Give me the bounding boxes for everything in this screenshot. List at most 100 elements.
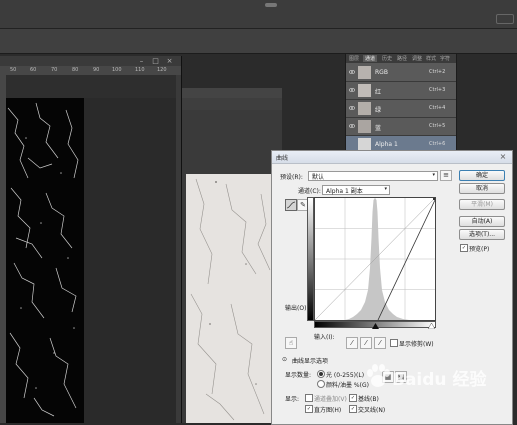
white-eyedropper[interactable]: ⁄ [374, 337, 386, 349]
curve-point[interactable] [433, 198, 435, 200]
document-titlebar: – □ × [0, 56, 181, 66]
channel-name: RGB [375, 69, 388, 76]
show-clipping-checkbox[interactable] [390, 339, 398, 347]
gray-eyedropper[interactable]: ⁄ [360, 337, 372, 349]
ruler-tick: 60 [30, 67, 37, 73]
baidu-watermark: Baidu 经验 [392, 370, 487, 390]
channel-name: 红 [375, 89, 382, 96]
black-point-slider[interactable] [372, 323, 379, 329]
wall-texture-image [190, 178, 271, 421]
light-option-label: 光 (0-255)(L) [326, 372, 365, 379]
ruler-tick: 90 [93, 67, 100, 73]
histogram-label: 直方图(H) [314, 407, 342, 414]
document-titlebar [182, 88, 282, 98]
options-button[interactable]: 选项(T)... [459, 229, 505, 240]
eye-icon[interactable] [349, 105, 355, 111]
curve-display-options-label[interactable]: 曲线显示选项 [292, 356, 328, 365]
ruler-tick: 70 [51, 67, 58, 73]
channel-thumbnail [358, 66, 371, 79]
tab-layers[interactable]: 图层 [349, 55, 359, 62]
eye-icon[interactable] [349, 69, 355, 75]
application-bar [0, 0, 517, 29]
tab-styles[interactable]: 样式 [426, 55, 436, 62]
channels-panel: 图层 通道 历史 路径 调整 样式 字符 RGB Ctrl+2 红 Ctrl+3… [345, 53, 457, 155]
auto-button[interactable]: 自动(A) [459, 216, 505, 227]
channel-row-red[interactable]: 红 Ctrl+3 [346, 82, 456, 100]
curve-graph-svg [314, 197, 436, 321]
light-radio[interactable] [317, 370, 325, 378]
eye-icon[interactable] [349, 123, 355, 129]
ok-button[interactable]: 确定 [459, 170, 505, 181]
tab-history[interactable]: 历史 [382, 55, 392, 62]
baseline-checkbox[interactable]: ✓ [349, 394, 357, 402]
channel-select[interactable]: Alpha 1 副本 ▾ [322, 185, 390, 195]
tab-channels[interactable]: 通道 [363, 55, 378, 62]
expand-icon[interactable]: ⊙ [282, 356, 287, 363]
smooth-button[interactable]: 平滑(M) [459, 199, 505, 210]
channel-name: 蓝 [375, 125, 382, 132]
black-eyedropper[interactable]: ⁄ [346, 337, 358, 349]
preview-checkbox[interactable]: ✓ [460, 244, 468, 252]
show-clipping-label: 显示修剪(W) [399, 341, 434, 348]
output-label: 输出(O): [285, 305, 309, 312]
channel-overlays-checkbox[interactable] [305, 394, 313, 402]
eyedropper-icon: ⁄ [365, 339, 367, 347]
curve-graph[interactable] [314, 197, 436, 321]
ruler-tick: 80 [72, 67, 79, 73]
pencil-icon: ✎ [300, 201, 306, 209]
chevron-down-icon: ▾ [384, 186, 387, 192]
dialog-titlebar[interactable]: 曲线 × [272, 151, 512, 164]
preset-value: 默认 [312, 174, 325, 181]
show-label: 显示: [285, 396, 300, 403]
eyedropper-icon: ⁄ [351, 339, 353, 347]
target-adjustment-tool[interactable]: ☝ [285, 337, 297, 349]
channel-row-blue[interactable]: 蓝 Ctrl+5 [346, 118, 456, 136]
tab-adjustments[interactable]: 调整 [412, 55, 422, 62]
channel-value: Alpha 1 副本 [326, 188, 363, 195]
ruler-tick: 100 [112, 67, 122, 73]
white-point-slider[interactable] [428, 323, 435, 329]
document-window-texture: – □ × 50 60 70 80 90 100 110 120 [0, 56, 182, 423]
close-icon[interactable]: × [166, 58, 173, 65]
channel-thumbnail [358, 84, 371, 97]
eye-icon[interactable] [349, 87, 355, 93]
channel-label: 通道(C): [298, 188, 321, 195]
maximize-icon[interactable]: □ [152, 58, 159, 65]
pasteboard [84, 98, 181, 423]
pigment-option-label: 颜料/油墨 %(G) [326, 382, 369, 389]
channel-name: 绿 [375, 107, 382, 114]
preset-options-button[interactable]: ≡ [440, 170, 452, 181]
chevron-down-icon: ▾ [432, 172, 435, 178]
document-window-photo [182, 88, 282, 423]
window-handle [265, 3, 277, 7]
wall-texture-canvas[interactable] [186, 174, 276, 423]
output-gradient-bar [307, 197, 314, 321]
channel-name: Alpha 1 [375, 141, 398, 148]
options-bar [0, 29, 517, 54]
vertical-scrollbar[interactable] [176, 75, 181, 423]
histogram-checkbox[interactable]: ✓ [305, 405, 313, 413]
cancel-button[interactable]: 取消 [459, 183, 505, 194]
intersection-line-checkbox[interactable]: ✓ [349, 405, 357, 413]
channel-row-rgb[interactable]: RGB Ctrl+2 [346, 64, 456, 82]
input-label: 输入(I): [314, 334, 335, 341]
tab-character[interactable]: 字符 [440, 55, 450, 62]
minimize-icon[interactable]: – [138, 58, 145, 65]
close-icon[interactable]: × [497, 152, 509, 161]
preset-select[interactable]: 默认 ▾ [308, 171, 438, 181]
channel-row-green[interactable]: 绿 Ctrl+4 [346, 100, 456, 118]
curve-edit-tool[interactable] [285, 199, 297, 211]
channel-shortcut: Ctrl+2 [429, 69, 446, 75]
workspace-switcher[interactable] [496, 14, 514, 24]
texture-canvas[interactable] [6, 98, 84, 423]
panel-tabs: 图层 通道 历史 路径 调整 样式 字符 [346, 54, 456, 63]
curve-icon [286, 201, 296, 209]
curve-line[interactable] [377, 199, 436, 321]
intersection-line-label: 交叉线(N) [358, 407, 386, 414]
channel-thumbnail [358, 120, 371, 133]
tab-paths[interactable]: 路径 [397, 55, 407, 62]
pigment-radio[interactable] [317, 380, 325, 388]
horizontal-ruler: 50 60 70 80 90 100 110 120 [0, 66, 181, 75]
paw-logo-icon [367, 364, 390, 387]
channel-shortcut: Ctrl+6 [429, 141, 446, 147]
